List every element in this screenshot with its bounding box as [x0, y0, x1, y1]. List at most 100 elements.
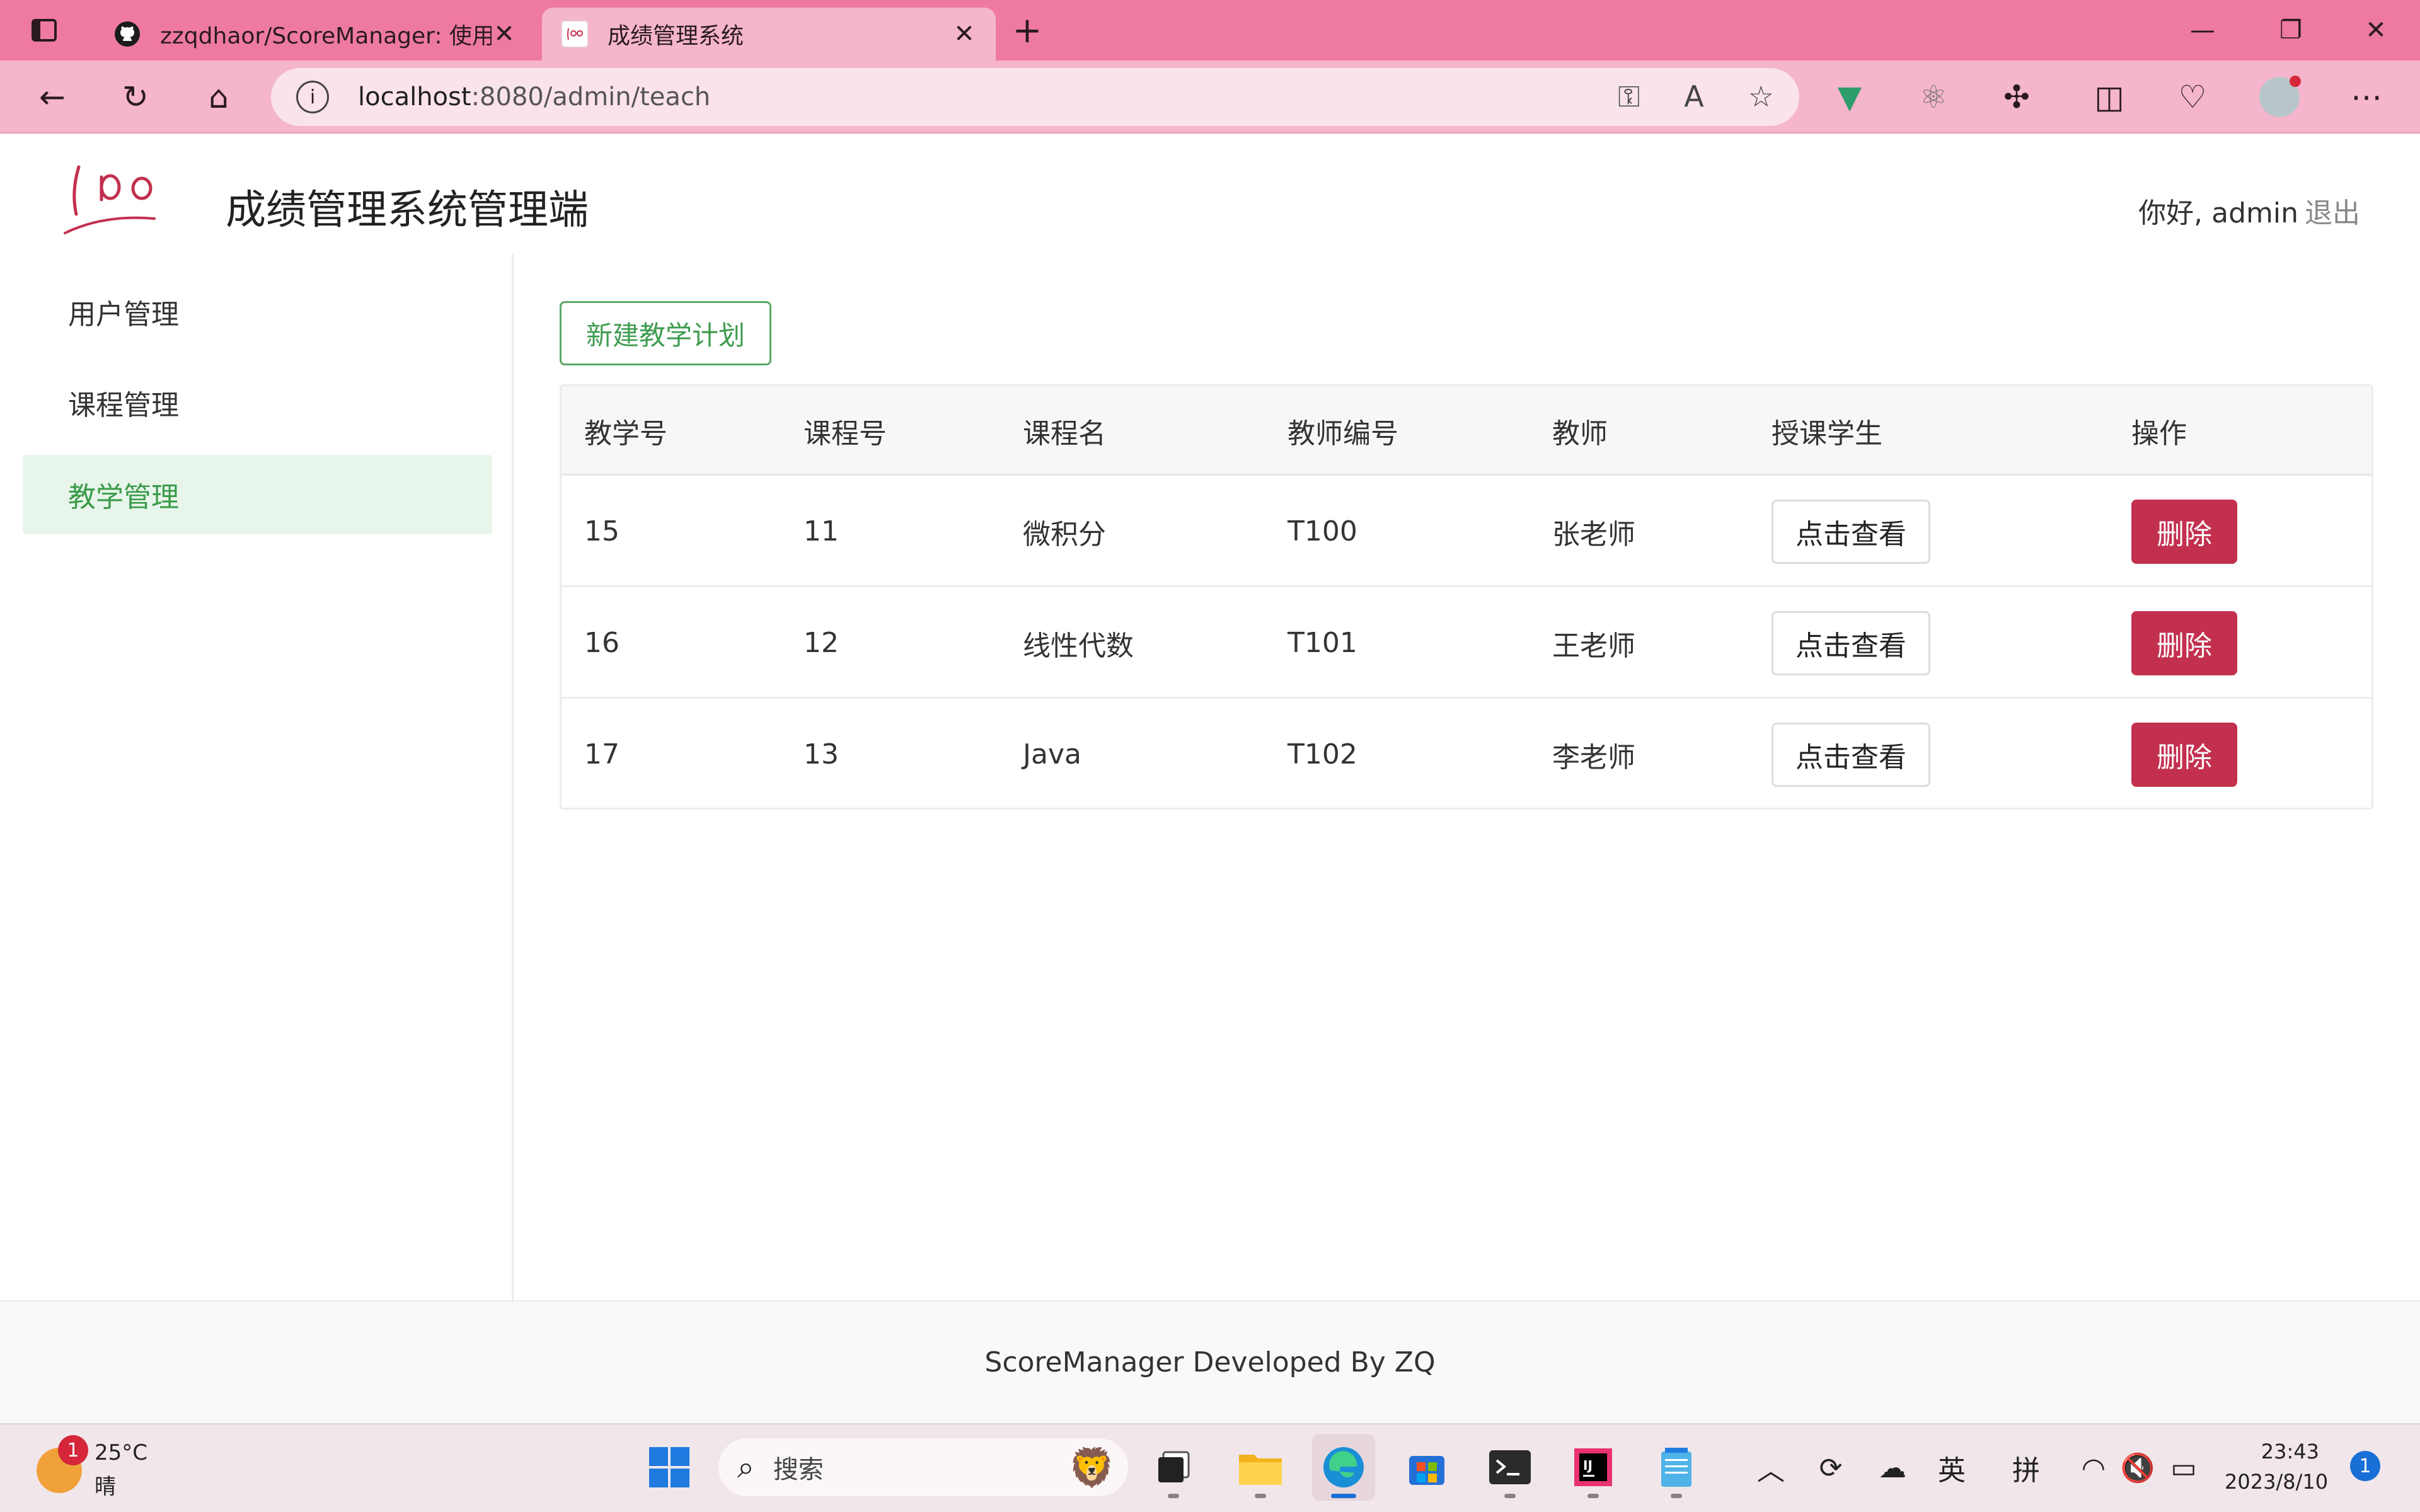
- site-info-icon[interactable]: i: [296, 81, 329, 113]
- app-logo: [60, 154, 167, 243]
- app-title: 成绩管理系统管理端: [226, 187, 589, 234]
- sidebar: 用户管理 课程管理 教学管理: [0, 253, 514, 1300]
- more-options-icon[interactable]: ⋯: [2332, 60, 2401, 134]
- taskbar: [0, 1423, 2420, 1512]
- weather-temp: 25°C: [95, 1440, 148, 1465]
- delete-button[interactable]: 删除: [2131, 722, 2237, 787]
- col-course-id: 课程号: [804, 418, 887, 450]
- cell-teacher: 王老师: [1552, 629, 1635, 662]
- cell-teacher: 李老师: [1552, 741, 1635, 774]
- new-tab-icon[interactable]: +: [1002, 0, 1052, 60]
- col-teach-id: 教学号: [584, 418, 667, 450]
- page-footer: ScoreManager Developed By ZQ: [0, 1300, 2420, 1423]
- col-actions: 操作: [2131, 418, 2187, 450]
- minimize-icon[interactable]: —: [2158, 0, 2247, 60]
- table-row: 15 11 微积分 T100 张老师 点击查看 删除: [562, 476, 2371, 587]
- edge-browser-icon[interactable]: [1312, 1434, 1375, 1501]
- password-key-icon[interactable]: ⚿: [1618, 79, 1640, 115]
- logout-link[interactable]: 退出: [2305, 197, 2360, 229]
- browser-essentials-icon[interactable]: ♡: [2158, 60, 2227, 134]
- react-devtools-icon[interactable]: ⚛: [1899, 60, 1968, 134]
- weather-widget[interactable]: 1 25°C 晴: [37, 1435, 175, 1499]
- sidebar-item-users[interactable]: 用户管理: [23, 272, 492, 352]
- col-course-name: 课程名: [1023, 418, 1106, 450]
- cell-course-id: 12: [804, 627, 839, 659]
- tab-title: 成绩管理系统: [608, 23, 744, 49]
- delete-button[interactable]: 删除: [2131, 499, 2237, 564]
- clock[interactable]: 23:43 2023/8/10: [2225, 1436, 2329, 1499]
- cell-course-name: Java: [1023, 738, 1081, 770]
- show-hidden-icons-chevron-icon[interactable]: ︿: [1752, 1436, 1790, 1499]
- search-highlight-lion-icon: 🦁: [1068, 1445, 1115, 1490]
- back-icon[interactable]: ←: [18, 60, 87, 134]
- wifi-icon[interactable]: ◠: [2073, 1436, 2114, 1499]
- cell-course-id: 11: [804, 515, 839, 547]
- cell-teacher-no: T102: [1288, 738, 1357, 770]
- extensions-icon[interactable]: ✣: [1982, 60, 2051, 134]
- close-window-icon[interactable]: ✕: [2332, 0, 2420, 60]
- footer-text: ScoreManager Developed By ZQ: [984, 1346, 1436, 1378]
- col-students: 授课学生: [1772, 418, 1882, 450]
- onedrive-icon[interactable]: ☁: [1870, 1436, 1915, 1499]
- cell-teacher-no: T100: [1288, 515, 1357, 547]
- battery-icon[interactable]: ▭: [2162, 1436, 2206, 1499]
- cell-teach-id: 16: [584, 627, 619, 659]
- cell-teach-id: 17: [584, 738, 619, 770]
- search-icon: ⌕: [737, 1449, 754, 1485]
- volume-muted-icon[interactable]: 🔇: [2118, 1436, 2158, 1499]
- notepad-icon[interactable]: [1645, 1434, 1708, 1501]
- col-teacher: 教师: [1552, 418, 1608, 450]
- view-students-button[interactable]: 点击查看: [1772, 722, 1930, 787]
- close-tab-icon[interactable]: ✕: [492, 20, 517, 49]
- delete-button[interactable]: 删除: [2131, 610, 2237, 675]
- sidebar-item-teaching[interactable]: 教学管理: [23, 455, 492, 534]
- read-aloud-icon[interactable]: A: [1684, 79, 1703, 115]
- terminal-icon[interactable]: [1478, 1434, 1541, 1501]
- start-windows-icon[interactable]: [638, 1434, 701, 1501]
- cell-course-name: 微积分: [1023, 518, 1106, 551]
- tab-github[interactable]: zzqdhaor/ScoreManager: 使用Sp ✕: [95, 8, 536, 60]
- user-greeting: 你好, admin: [2138, 197, 2298, 229]
- search-placeholder: 搜索: [773, 1455, 824, 1484]
- teaching-table: 教学号 课程号 课程名 教师编号 教师 授课学生 操作 15 11 微积分 T1…: [560, 384, 2373, 810]
- table-row: 17 13 Java T102 李老师 点击查看 删除: [562, 699, 2371, 810]
- close-tab-icon[interactable]: ✕: [952, 20, 977, 49]
- file-explorer-icon[interactable]: [1229, 1434, 1292, 1501]
- cell-course-id: 13: [804, 738, 839, 770]
- col-teacher-no: 教师编号: [1288, 418, 1398, 450]
- user-area: 你好, admin 退出: [2138, 190, 2360, 231]
- favorite-star-icon[interactable]: ☆: [1748, 79, 1774, 115]
- microsoft-store-icon[interactable]: [1395, 1434, 1458, 1501]
- clock-date: 2023/8/10: [2225, 1470, 2329, 1494]
- github-icon: [113, 20, 141, 48]
- task-view-icon[interactable]: [1142, 1434, 1205, 1501]
- ime-mode[interactable]: 拼: [2004, 1436, 2048, 1499]
- vue-devtools-icon[interactable]: ▼: [1815, 60, 1884, 134]
- intellij-idea-icon[interactable]: IJ: [1562, 1434, 1625, 1501]
- sync-icon[interactable]: ⟳: [1809, 1436, 1853, 1499]
- weather-badge: 1: [58, 1435, 88, 1465]
- url-host: localhost: [358, 83, 471, 112]
- view-students-button[interactable]: 点击查看: [1772, 610, 1930, 675]
- url-path: :8080/admin/teach: [471, 83, 711, 112]
- tab-actions-icon[interactable]: [13, 0, 76, 60]
- profile-avatar-icon[interactable]: [2245, 60, 2314, 134]
- new-teaching-plan-button[interactable]: 新建教学计划: [560, 301, 771, 365]
- svg-text:IJ: IJ: [1583, 1458, 1593, 1473]
- clock-time: 23:43: [2261, 1440, 2319, 1463]
- sidebar-item-courses[interactable]: 课程管理: [23, 363, 492, 442]
- ime-language[interactable]: 英: [1930, 1436, 1974, 1499]
- view-students-button[interactable]: 点击查看: [1772, 499, 1930, 564]
- table-header: 教学号 课程号 课程名 教师编号 教师 授课学生 操作: [562, 386, 2371, 476]
- notification-badge[interactable]: 1: [2350, 1451, 2380, 1481]
- tab-active[interactable]: 成绩管理系统 ✕: [542, 8, 996, 60]
- address-bar[interactable]: i localhost:8080/admin/teach ⚿ A ☆: [271, 68, 1799, 126]
- split-screen-icon[interactable]: ◫: [2075, 60, 2144, 134]
- cell-teach-id: 15: [584, 515, 619, 547]
- restore-icon[interactable]: ❐: [2247, 0, 2335, 60]
- refresh-icon[interactable]: ↻: [101, 60, 170, 134]
- taskbar-search[interactable]: ⌕ 搜索 🦁: [718, 1438, 1128, 1496]
- home-icon[interactable]: ⌂: [184, 60, 253, 134]
- cell-course-name: 线性代数: [1023, 629, 1134, 662]
- weather-condition: 晴: [95, 1474, 116, 1499]
